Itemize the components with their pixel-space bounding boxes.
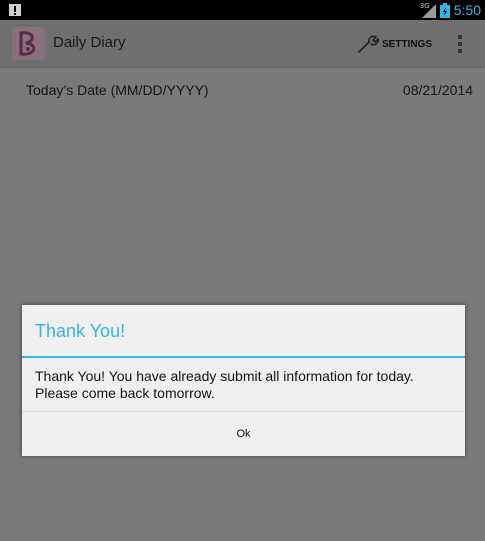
signal-icon: 3G [420, 2, 436, 18]
action-bar: Daily Diary SETTINGS [0, 20, 485, 67]
dialog-message: Thank You! You have already submit all i… [35, 368, 414, 401]
app-logo-icon [12, 27, 45, 60]
dialog-title: Thank You! [35, 321, 126, 341]
alert-icon [9, 4, 21, 16]
date-value: 08/21/2014 [402, 82, 473, 98]
overflow-menu-icon[interactable] [452, 32, 468, 56]
status-bar: 3G 5:50 [0, 0, 485, 20]
date-label: Today’s Date (MM/DD/YYYY) [26, 82, 209, 98]
settings-label: SETTINGS [382, 38, 433, 50]
thank-you-dialog: Thank You! Thank You! You have already s… [22, 305, 465, 456]
dialog-title-divider [22, 356, 465, 358]
battery-charging-icon [439, 2, 450, 18]
wrench-icon [358, 35, 379, 53]
settings-button[interactable]: SETTINGS [356, 30, 432, 58]
status-time: 5:50 [453, 2, 481, 18]
ok-button[interactable]: Ok [22, 412, 465, 456]
app-title: Daily Diary [53, 34, 126, 51]
